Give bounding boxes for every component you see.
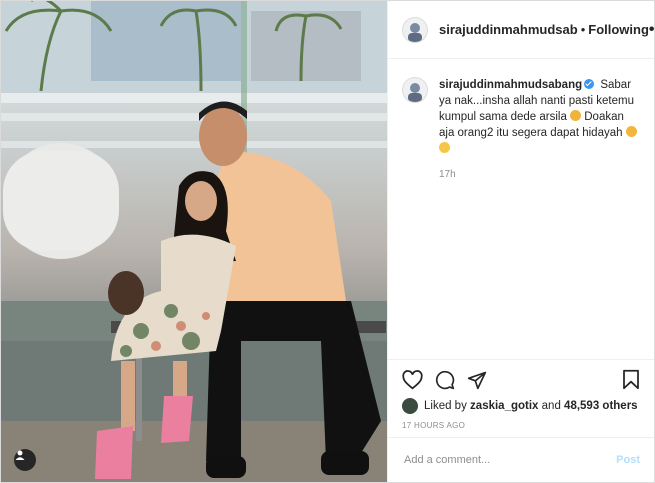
like-button[interactable] (402, 369, 423, 390)
author-username[interactable]: sirajuddinmahmudsab (439, 22, 578, 37)
girl-leg-left (121, 361, 135, 431)
caption-time[interactable]: 17h (439, 167, 637, 183)
comment-form: Post (388, 437, 654, 482)
man-face (199, 106, 247, 166)
smiling-emoji-icon (439, 142, 450, 153)
caption: sirajuddinmahmudsabang Sabar ya nak...in… (388, 59, 654, 183)
avatar-image (403, 17, 427, 42)
avatar-image (403, 78, 427, 102)
share-button[interactable] (467, 370, 487, 390)
bookmark-icon (623, 369, 639, 390)
save-button[interactable] (622, 369, 640, 390)
man-shoe-left (206, 456, 246, 478)
author-avatar[interactable] (402, 16, 428, 43)
more-options-icon[interactable]: ••• (649, 21, 655, 39)
action-bar (388, 359, 654, 399)
girl-shoe-left (95, 426, 133, 479)
verified-badge-icon (584, 79, 595, 89)
likes-count[interactable]: 48,593 others (564, 400, 638, 412)
comment-button[interactable] (435, 370, 455, 390)
comment-input[interactable] (402, 453, 617, 467)
praying-emoji-icon (625, 126, 637, 137)
likes-prefix: Liked by (424, 400, 467, 412)
photo-illustration (1, 1, 387, 482)
following-button[interactable]: Following (588, 22, 649, 37)
liker-avatar[interactable] (402, 398, 418, 414)
post-side-panel: sirajuddinmahmudsab • Following ••• sira… (387, 1, 655, 482)
railing-mid (1, 113, 387, 121)
planter-body (3, 151, 119, 251)
girl-shoe-right (161, 396, 193, 443)
tagged-users-button[interactable] (14, 449, 36, 471)
post-header: sirajuddinmahmudsab • Following ••• (388, 1, 655, 59)
liker-username[interactable]: zaskia_gotix (470, 400, 538, 412)
post-comment-button[interactable]: Post (616, 454, 640, 466)
share-icon (467, 371, 487, 389)
header-separator: • (580, 22, 586, 37)
heart-icon (402, 369, 423, 389)
caption-username[interactable]: sirajuddinmahmudsabang (439, 79, 582, 91)
girl-leg-right (173, 361, 187, 401)
railing-top (1, 93, 387, 103)
post-timestamp[interactable]: 17 HOURS AGO (402, 421, 465, 430)
man-shoe-right (321, 451, 369, 475)
comment-icon (435, 370, 455, 389)
caption-avatar[interactable] (402, 77, 428, 103)
likes-conjunction: and (541, 400, 561, 412)
backpack (108, 271, 144, 315)
instagram-post: sirajuddinmahmudsab • Following ••• sira… (0, 0, 655, 483)
post-photo[interactable] (1, 1, 387, 482)
user-icon (15, 450, 25, 460)
girl-face (185, 181, 217, 221)
likes-summary: Liked by zaskia_gotix and 48,593 others (402, 398, 638, 414)
kiss-emoji-icon (570, 110, 582, 121)
caption-body: sirajuddinmahmudsabang Sabar ya nak...in… (439, 77, 637, 183)
